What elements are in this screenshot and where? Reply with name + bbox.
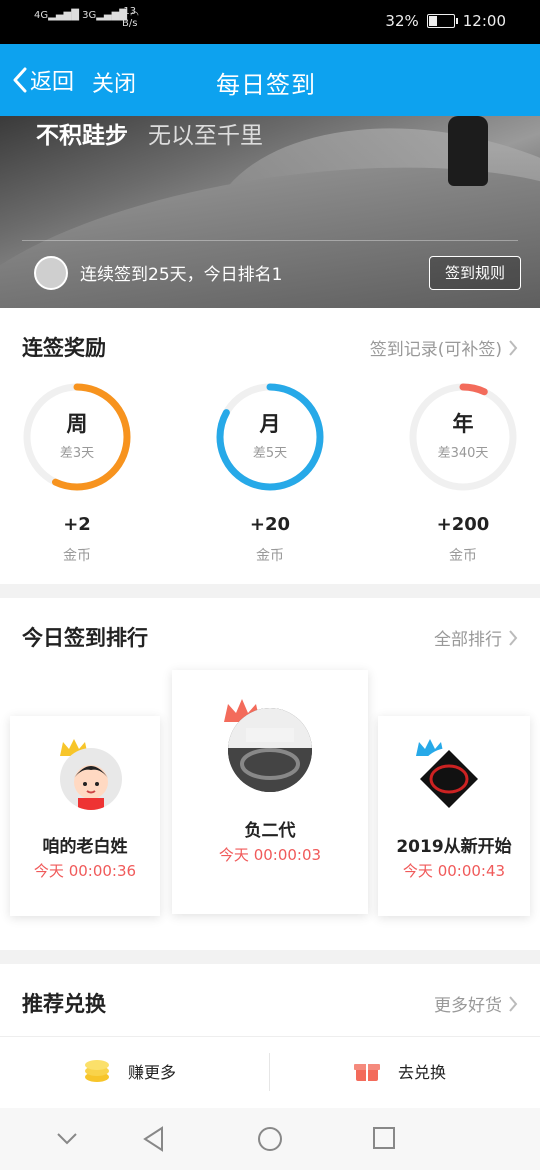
ring-month-remaining: 差5天: [252, 446, 288, 461]
nav-bar: 返回 关闭 每日签到: [0, 44, 540, 116]
hiker-figure: [448, 116, 488, 186]
gift-icon: [354, 1064, 380, 1081]
rank-card-3[interactable]: 2019从新开始 今天 00:00:43: [378, 716, 530, 916]
go-exchange-label: 去兑换: [398, 1063, 447, 1082]
reward-year-amount: +200: [436, 514, 490, 535]
reward-month: +20 金币: [215, 514, 325, 565]
reward-month-amount: +20: [249, 514, 291, 535]
reward-year: +200 金币: [408, 514, 518, 565]
chevron-right-icon: [509, 629, 518, 646]
earn-more-label: 赚更多: [128, 1063, 177, 1082]
streak-info: 连续签到25天，今日排名1: [80, 265, 283, 285]
banner: 不积跬步 无以至千里 连续签到25天，今日排名1 签到规则: [0, 116, 540, 308]
chevron-right-icon: [509, 339, 518, 356]
actions-divider: [269, 1053, 270, 1091]
ranking-title: 今日签到排行: [22, 626, 148, 650]
exchange-card: 推荐兑换 更多好货: [0, 964, 540, 1036]
earn-more-button[interactable]: 赚更多: [84, 1059, 176, 1083]
rewards-title: 连签奖励: [22, 336, 106, 360]
battery-percent: 32%: [385, 12, 419, 30]
go-exchange-button[interactable]: 去兑换: [354, 1059, 446, 1083]
user-avatar: [34, 256, 68, 290]
rank-time: 今天 00:00:43: [402, 862, 506, 880]
net-speed-value: 13: [123, 6, 137, 17]
rules-button[interactable]: 签到规则: [429, 256, 521, 290]
ranking-card: 今日签到排行 全部排行 咱的老白姓 今天 00:00:36 负二代 今天 00:…: [0, 598, 540, 950]
reward-year-unit: 金币: [449, 548, 477, 564]
all-ranking-label: 全部排行: [434, 630, 502, 650]
back-nav-icon[interactable]: [142, 1126, 166, 1152]
back-label: 返回: [30, 70, 75, 95]
ring-week-remaining: 差3天: [59, 446, 95, 461]
rank-time: 今天 00:00:36: [33, 862, 137, 880]
net-speed-unit: B/s: [122, 18, 138, 29]
rank-avatar: [418, 748, 480, 810]
all-ranking-link[interactable]: 全部排行: [434, 625, 518, 650]
ring-week: 周 差3天: [22, 382, 132, 492]
ring-month: 月 差5天: [215, 382, 325, 492]
ring-year: 年 差340天: [408, 382, 518, 492]
close-button[interactable]: 关闭: [92, 66, 136, 98]
rank-card-2[interactable]: 咱的老白姓 今天 00:00:36: [10, 716, 160, 916]
rank-avatar: [60, 748, 122, 810]
back-button[interactable]: 返回: [12, 64, 74, 96]
collapse-icon[interactable]: [56, 1132, 78, 1146]
battery-icon: [426, 14, 458, 28]
banner-divider: [22, 240, 518, 241]
bottom-actions: 赚更多 去兑换: [0, 1036, 540, 1109]
more-goods-label: 更多好货: [434, 996, 502, 1016]
net-speed: 13 B/s: [122, 6, 137, 30]
ring-week-label: 周: [66, 412, 88, 436]
rank-name: 咱的老白姓: [42, 837, 128, 857]
record-link[interactable]: 签到记录(可补签): [370, 335, 518, 360]
reward-week-unit: 金币: [63, 548, 91, 564]
status-bar: 4G▂▄▆█ 3G▂▄▆█ ◠ 13 B/s 32% 12:00: [0, 0, 540, 44]
clock: 12:00: [462, 12, 506, 30]
ring-month-label: 月: [259, 412, 281, 436]
reward-month-unit: 金币: [256, 548, 284, 564]
exchange-title: 推荐兑换: [22, 992, 106, 1016]
coins-icon: [85, 1060, 109, 1082]
rank-name: 2019从新开始: [396, 837, 512, 857]
ring-year-label: 年: [452, 412, 474, 436]
rewards-card: 连签奖励 签到记录(可补签) 周 差3天 月 差5天 年 差340天 +2 金币…: [0, 308, 540, 584]
chevron-right-icon: [509, 995, 518, 1012]
home-icon[interactable]: [257, 1126, 283, 1152]
system-nav-bar: [0, 1108, 540, 1170]
rank-card-1[interactable]: 负二代 今天 00:00:03: [172, 670, 368, 914]
rank-time: 今天 00:00:03: [218, 846, 322, 864]
rank-name: 负二代: [244, 821, 296, 841]
signal-3g: 3G: [82, 10, 97, 21]
signal-4g: 4G: [34, 10, 49, 21]
reward-week-amount: +2: [63, 514, 91, 535]
record-link-label: 签到记录(可补签): [369, 340, 502, 360]
ring-year-remaining: 差340天: [437, 446, 489, 461]
banner-quote-bold: 不积跬步: [36, 123, 128, 149]
more-goods-link[interactable]: 更多好货: [434, 991, 518, 1016]
banner-quote-rest: 无以至千里: [148, 123, 263, 149]
chevron-left-icon: [13, 67, 27, 93]
recents-icon[interactable]: [372, 1126, 396, 1150]
page-title: 每日签到: [216, 71, 316, 99]
rank-avatar: [228, 708, 312, 792]
reward-week: +2 金币: [22, 514, 132, 565]
